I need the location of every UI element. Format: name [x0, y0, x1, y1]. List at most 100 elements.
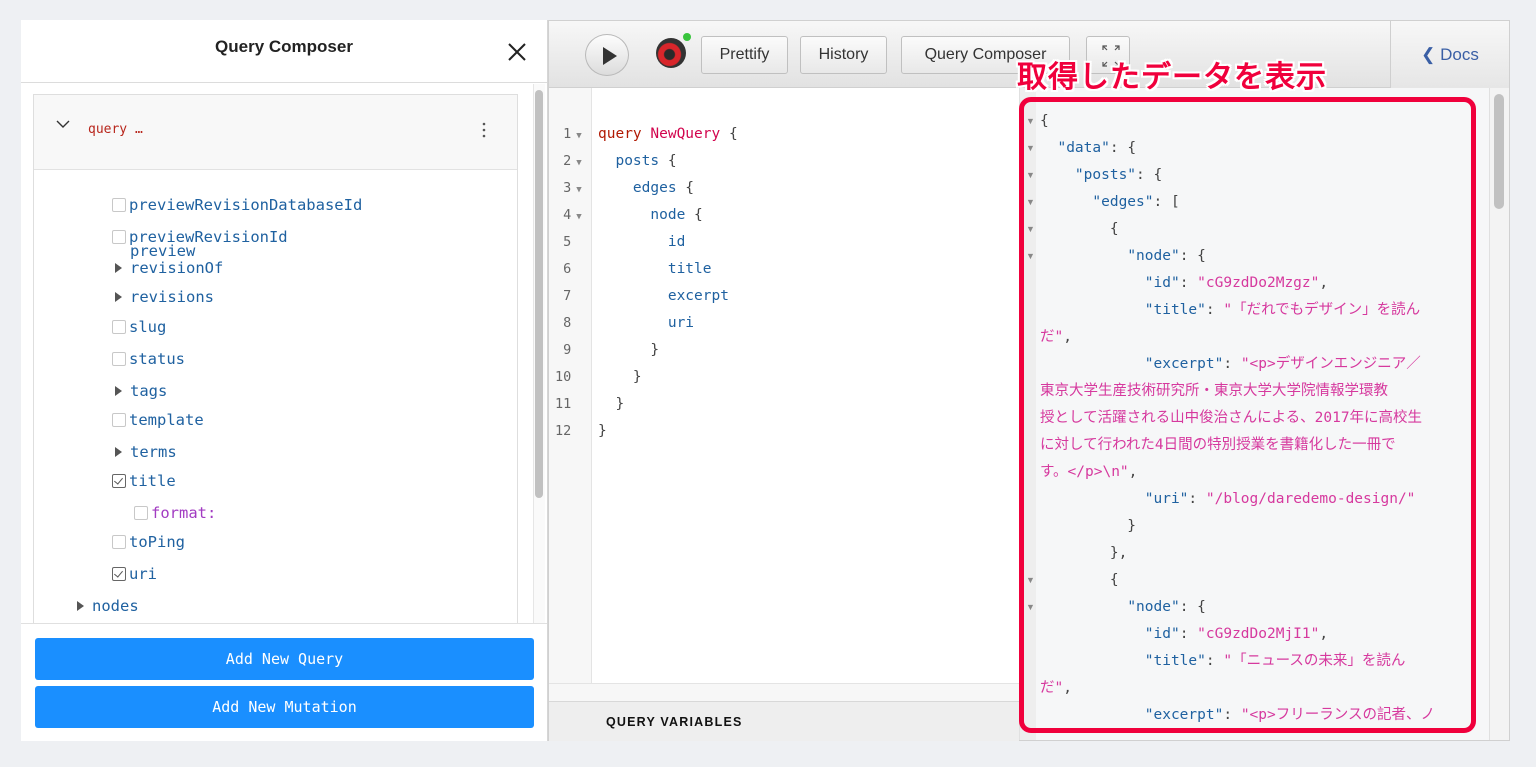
fold-arrow-icon[interactable]: ▼: [1026, 170, 1035, 180]
checkbox[interactable]: [134, 506, 148, 520]
checkbox[interactable]: [112, 198, 126, 212]
json-token: ,: [1063, 329, 1072, 345]
query-card-header[interactable]: query …: [34, 95, 517, 170]
json-token: "edges": [1092, 194, 1154, 210]
fold-arrow-icon[interactable]: ▼: [1026, 575, 1035, 585]
json-token: 東京大学生産技術研究所・東京大学大学院情報学環教: [1040, 383, 1388, 399]
close-icon[interactable]: [507, 42, 527, 62]
tree-item-revisions[interactable]: revisions: [112, 285, 214, 309]
history-button[interactable]: History: [800, 36, 887, 74]
tree-item-slug[interactable]: slug: [112, 315, 166, 339]
checkbox[interactable]: [112, 535, 126, 549]
tree-item-uri[interactable]: uri: [112, 562, 157, 586]
code-line[interactable]: }: [598, 391, 624, 418]
json-token: "id": [1144, 626, 1180, 642]
tree-item-status[interactable]: status: [112, 347, 185, 371]
fold-arrow-icon[interactable]: ▼: [576, 158, 581, 168]
expand-arrow-icon[interactable]: [115, 292, 122, 302]
tree-item-tags[interactable]: tags: [112, 379, 167, 403]
tree-item-template[interactable]: template: [112, 408, 204, 432]
json-token: に対して行われた4日間の特別授業を書籍化した一冊で: [1040, 437, 1396, 453]
add-new-mutation-button[interactable]: Add New Mutation: [35, 686, 534, 728]
checkbox-checked[interactable]: [112, 567, 126, 581]
code-line[interactable]: }: [598, 337, 659, 364]
json-token: "title": [1144, 302, 1206, 318]
composer-scrollbar-thumb[interactable]: [535, 90, 543, 498]
execute-query-button[interactable]: [585, 34, 629, 76]
code-token: {: [659, 153, 677, 169]
result-scrollbar-thumb[interactable]: [1494, 94, 1504, 209]
code-token: NewQuery: [650, 126, 721, 142]
json-token: だ": [1040, 329, 1064, 345]
json-token: {: [1040, 113, 1049, 129]
json-token: "uri": [1144, 491, 1189, 507]
fold-arrow-icon[interactable]: ▼: [1026, 197, 1035, 207]
code-line[interactable]: edges {: [598, 175, 694, 202]
code-token: {: [720, 126, 738, 142]
online-status-dot: [683, 33, 691, 41]
expand-arrow-icon[interactable]: [115, 263, 122, 273]
code-line[interactable]: }: [598, 364, 642, 391]
tree-item-label: revisionOf: [130, 259, 224, 277]
checkbox[interactable]: [112, 230, 126, 244]
fold-arrow-icon[interactable]: ▼: [1026, 602, 1035, 612]
tree-item-format[interactable]: format:: [134, 501, 216, 525]
tree-item-title[interactable]: title: [112, 469, 176, 493]
fold-arrow-icon[interactable]: ▼: [1026, 116, 1035, 126]
result-line: に対して行われた4日間の特別授業を書籍化した一冊で: [1040, 432, 1396, 459]
tree-item-label: terms: [130, 443, 177, 461]
tree-item-terms[interactable]: terms: [112, 440, 177, 464]
tree-item-label: slug: [129, 318, 167, 336]
tree-item-revisionof[interactable]: revisionOf: [112, 256, 223, 280]
add-new-query-button[interactable]: Add New Query: [35, 638, 534, 680]
tree-item-previewrevisionid[interactable]: previewRevisionId: [112, 225, 288, 249]
tree-item-toping[interactable]: toPing: [112, 530, 185, 554]
expand-arrow-icon[interactable]: [115, 386, 122, 396]
code-token: query: [598, 126, 651, 142]
checkbox[interactable]: [112, 413, 126, 427]
code-line[interactable]: }: [598, 418, 607, 445]
expand-arrow-icon[interactable]: [77, 601, 84, 611]
query-variables-bar[interactable]: QUERY VARIABLES: [549, 701, 1019, 741]
code-line[interactable]: posts {: [598, 148, 677, 175]
expand-arrow-icon[interactable]: [115, 447, 122, 457]
prettify-button[interactable]: Prettify: [701, 36, 788, 74]
code-token: excerpt: [667, 288, 729, 304]
tree-item-label: uri: [129, 565, 157, 583]
more-options-icon[interactable]: [481, 121, 487, 139]
code-line[interactable]: id: [598, 229, 685, 256]
tree-item-previewrevisiondatabaseid[interactable]: previewRevisionDatabaseId: [112, 193, 362, 217]
query-name[interactable]: query …: [88, 122, 143, 137]
result-line: "node": {: [1040, 594, 1206, 621]
tree-item-nodes[interactable]: nodes: [74, 594, 139, 618]
code-line[interactable]: excerpt: [598, 283, 729, 310]
code-line[interactable]: node {: [598, 202, 702, 229]
chevron-down-icon[interactable]: [56, 117, 70, 131]
fold-arrow-icon[interactable]: ▼: [576, 212, 581, 222]
code-line[interactable]: query NewQuery {: [598, 121, 738, 148]
code-token: id: [667, 234, 686, 250]
code-line[interactable]: uri: [598, 310, 694, 337]
checkbox[interactable]: [112, 352, 126, 366]
code-line[interactable]: title: [598, 256, 712, 283]
checkbox[interactable]: [112, 320, 126, 334]
fold-arrow-icon[interactable]: ▼: [1026, 143, 1035, 153]
code-token: posts: [615, 153, 660, 169]
json-token: "excerpt": [1144, 356, 1224, 372]
result-line: す。</p>\n",: [1040, 459, 1137, 486]
docs-button[interactable]: ❮ Docs: [1390, 21, 1509, 88]
checkbox-checked[interactable]: [112, 474, 126, 488]
json-token: {: [1040, 221, 1119, 237]
fold-arrow-icon[interactable]: ▼: [1026, 251, 1035, 261]
fold-arrow-icon[interactable]: ▼: [1026, 224, 1035, 234]
user-avatar[interactable]: [656, 38, 686, 68]
query-editor[interactable]: 1 ▼ query NewQuery { 2 ▼ posts { 3 ▼ edges {…: [549, 88, 1019, 684]
fold-arrow-icon[interactable]: ▼: [576, 185, 581, 195]
fold-arrow-icon[interactable]: ▼: [576, 131, 581, 141]
json-token: :: [1179, 275, 1198, 291]
